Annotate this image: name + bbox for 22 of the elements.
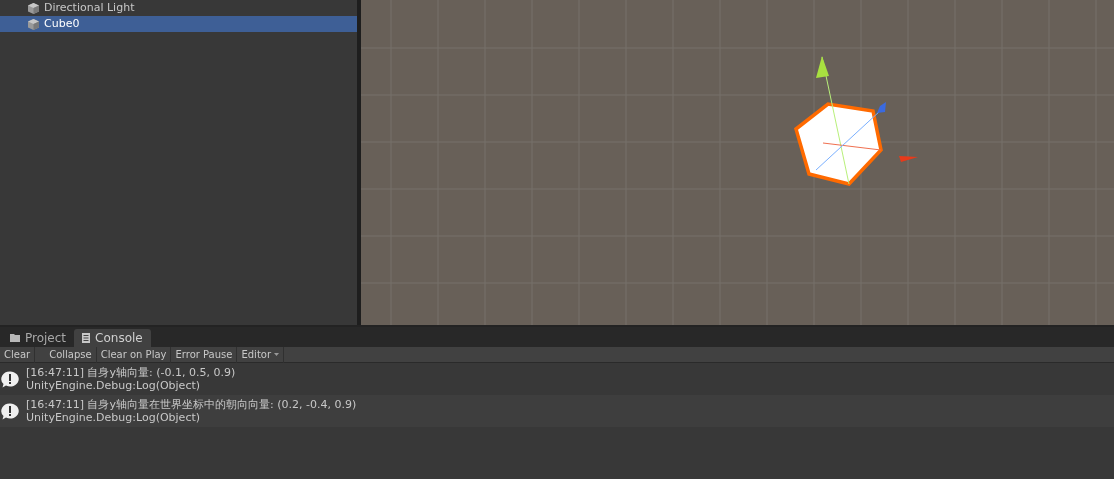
log-trace: UnityEngine.Debug:Log(Object) [26,379,202,392]
log-message: [16:47:11] 自身y轴向量在世界坐标中的朝向向量: (0.2, -0.4, 0.9) [26,398,357,411]
hierarchy-item[interactable]: Cube0 [0,16,357,32]
toolbar-button[interactable]: Clear [0,346,36,363]
cube-icon [27,1,40,15]
log-trace: UnityEngine.Debug:Log(Object) [26,411,202,424]
dropdown-button[interactable]: Editor [237,346,285,363]
toggle-button[interactable]: Error Pause [171,346,238,363]
toggle-button[interactable]: Collapse [45,346,97,363]
hierarchy-item[interactable]: Directional Light [0,0,357,16]
cube-icon [27,17,40,31]
toggle-button[interactable]: Clear on Play [96,346,172,363]
log-message: [16:47:11] 自身y轴向量: (-0.1, 0.5, 0.9) [26,366,236,379]
panel-tab[interactable]: Project [2,329,75,347]
info-icon [1,370,19,388]
cube-gizmo-drawing[interactable] [794,56,918,186]
info-icon [1,402,19,420]
console-icon [82,333,91,343]
log-entry[interactable]: [16:47:11] 自身y轴向量在世界坐标中的朝向向量: (0.2, -0.4, 0.9) UnityEngine.Debug:Log(Object) [0,395,1114,427]
folder-icon [10,334,20,342]
panel-tab[interactable]: Console [74,329,151,347]
caret-icon [274,353,280,356]
